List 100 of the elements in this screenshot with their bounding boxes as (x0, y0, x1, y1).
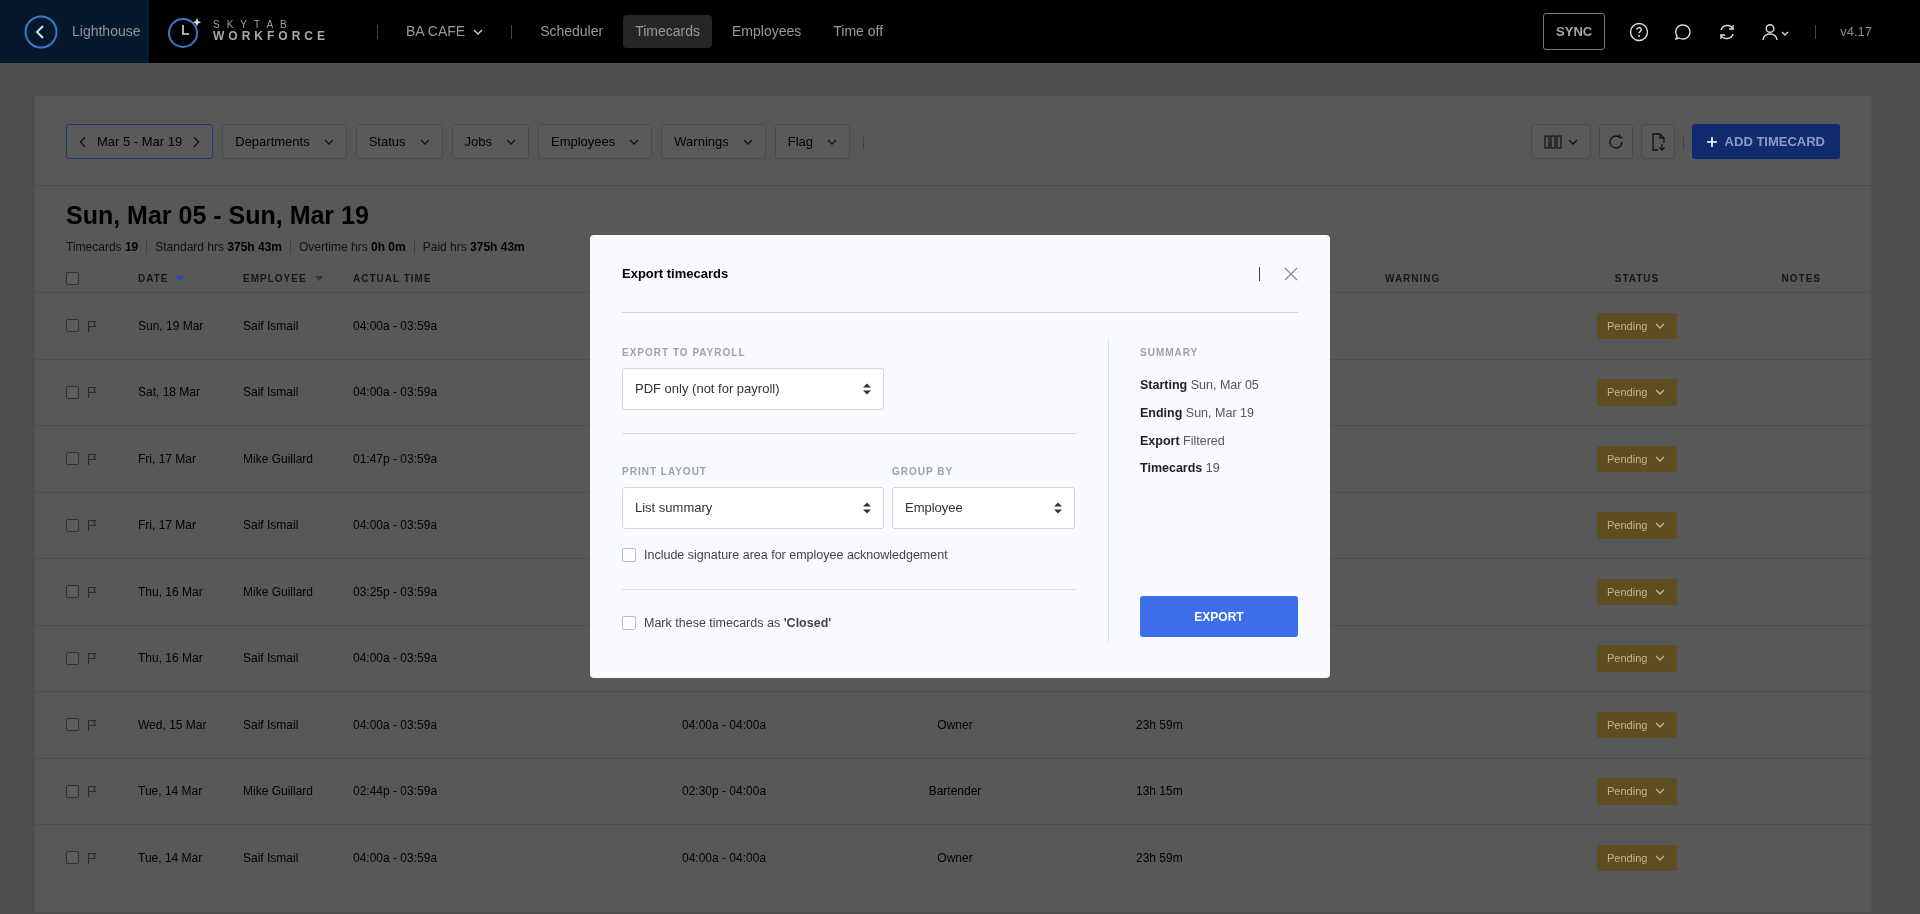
table-cell-text: Sun, 19 Mar (138, 317, 204, 335)
stat-text: Timecards 19 (66, 239, 139, 256)
row-checkbox[interactable] (66, 851, 79, 865)
table-cell-text: 13h 15m (1136, 783, 1183, 801)
period-title: Sun, Mar 05 - Sun, Mar 19 (66, 200, 370, 230)
refresh-icon (1606, 132, 1625, 151)
stat-text: Standard hrs 375h 43m (155, 239, 282, 256)
row-checkbox[interactable] (66, 651, 79, 665)
flag-icon[interactable] (87, 386, 97, 399)
chevron-right-icon[interactable] (192, 135, 201, 148)
filter-dropdown[interactable]: Departments (222, 124, 347, 159)
row-checkbox[interactable] (66, 585, 79, 599)
checkbox-label[interactable]: Include signature area for employee acknowledgement (644, 546, 948, 565)
flag-icon[interactable] (87, 718, 97, 731)
back-panel[interactable]: Lighthouse (0, 0, 149, 63)
columns-button[interactable] (1530, 124, 1591, 159)
row-checkbox[interactable] (66, 385, 79, 399)
caret-icon (827, 138, 838, 145)
back-icon (24, 14, 58, 49)
flag-icon[interactable] (87, 319, 97, 332)
row-checkbox[interactable] (66, 319, 79, 333)
table-cell-text: 02:44p - 03:59a (353, 783, 438, 801)
table-cell-text: Mike Guillard (243, 450, 314, 468)
flag-icon[interactable] (87, 785, 97, 798)
add-timecard-button[interactable]: ADD TIMECARD (1691, 124, 1840, 159)
select-field[interactable]: List summary (622, 487, 884, 529)
caret-icon (742, 138, 753, 145)
table-cell-text: Saif Ismail (243, 650, 299, 668)
nav-tab[interactable]: Timecards (623, 15, 712, 48)
caret-icon (1655, 455, 1666, 462)
chevron-left-icon[interactable] (79, 135, 87, 148)
nav-tab[interactable]: Scheduler (528, 15, 616, 48)
flag-icon[interactable] (87, 452, 97, 465)
export-button[interactable]: EXPORT (1140, 596, 1298, 637)
column-header: STATUS (1614, 271, 1660, 286)
date-range-picker[interactable]: Mar 5 - Mar 19 (66, 124, 214, 159)
close-icon[interactable] (1284, 266, 1298, 281)
sync-button[interactable]: SYNC (1543, 12, 1606, 51)
caret-icon (1655, 522, 1666, 529)
flag-icon[interactable] (87, 652, 97, 665)
select-field[interactable]: Employee (892, 487, 1075, 529)
row-checkbox[interactable] (66, 518, 79, 532)
flag-icon[interactable] (87, 519, 97, 532)
refresh-button[interactable] (1598, 124, 1633, 159)
nav-tab[interactable]: Time off (821, 15, 896, 48)
column-header[interactable]: DATE (138, 270, 185, 286)
table-cell-text: Saif Ismail (243, 317, 299, 335)
field-label: EXPORT TO PAYROLL (622, 346, 747, 360)
table-cell-text: 04:00a - 03:59a (353, 849, 438, 867)
table-cell-text: Sat, 18 Mar (138, 384, 201, 402)
select-field[interactable]: PDF only (not for payroll) (622, 368, 884, 410)
table-cell-text: Fri, 17 Mar (138, 450, 196, 468)
approval-dropdown[interactable]: Pending (1597, 445, 1677, 472)
field-label: GROUP BY (892, 465, 955, 479)
checkbox[interactable] (622, 548, 636, 563)
approval-dropdown[interactable]: Pending (1597, 312, 1677, 339)
table-cell-text: Fri, 17 Mar (138, 517, 196, 535)
checkbox[interactable] (622, 616, 636, 631)
flag-icon[interactable] (87, 851, 97, 864)
table-cell-text: 23h 59m (1136, 716, 1183, 734)
filter-dropdown[interactable]: Warnings (661, 124, 766, 159)
nav-tab[interactable]: Employees (720, 15, 814, 48)
column-header: ACTUAL TIME (353, 271, 432, 286)
table-cell-text: 01:47p - 03:59a (353, 450, 438, 468)
back-label[interactable]: Lighthouse (72, 21, 141, 42)
column-header: NOTES (1781, 271, 1821, 286)
chat-icon[interactable] (1673, 21, 1694, 42)
row-checkbox[interactable] (66, 784, 79, 798)
select-all-checkbox[interactable] (66, 271, 79, 285)
location-dropdown[interactable]: BA CAFE (394, 15, 496, 48)
help-icon[interactable] (1629, 21, 1650, 42)
filter-dropdown[interactable]: Employees (538, 124, 653, 159)
approval-dropdown[interactable]: Pending (1597, 645, 1677, 672)
checkbox-label[interactable]: Mark these timecards as 'Closed' (644, 613, 832, 633)
filter-dropdown[interactable]: Flag (774, 124, 851, 159)
field-label: PRINT LAYOUT (622, 465, 708, 479)
row-checkbox[interactable] (66, 452, 79, 466)
approval-dropdown[interactable]: Pending (1597, 578, 1677, 605)
approval-dropdown[interactable]: Pending (1597, 711, 1677, 738)
columns-icon (1543, 134, 1562, 149)
caret-icon (323, 138, 334, 145)
caret-icon (1655, 322, 1666, 329)
table-cell-text: Mike Guillard (243, 783, 314, 801)
caret-icon (1655, 721, 1666, 728)
filter-dropdown[interactable]: Status (355, 124, 443, 159)
select-arrows-icon (863, 382, 871, 396)
export-file-button[interactable] (1640, 124, 1675, 159)
caret-icon (1655, 389, 1666, 396)
table-cell-text: 04:00a - 03:59a (353, 517, 438, 535)
approval-dropdown[interactable]: Pending (1597, 379, 1677, 406)
filter-dropdown[interactable]: Jobs (451, 124, 529, 159)
approval-dropdown[interactable]: Pending (1597, 778, 1677, 805)
table-cell-text: 03:25p - 03:59a (353, 583, 438, 601)
approval-dropdown[interactable]: Pending (1597, 512, 1677, 539)
approval-dropdown[interactable]: Pending (1597, 844, 1677, 871)
row-checkbox[interactable] (66, 718, 79, 732)
flag-icon[interactable] (87, 585, 97, 598)
summary-item: Starting Sun, Mar 05 (1140, 377, 1260, 394)
table-cell-text: Thu, 16 Mar (138, 650, 203, 668)
column-header[interactable]: EMPLOYEE (243, 270, 323, 286)
